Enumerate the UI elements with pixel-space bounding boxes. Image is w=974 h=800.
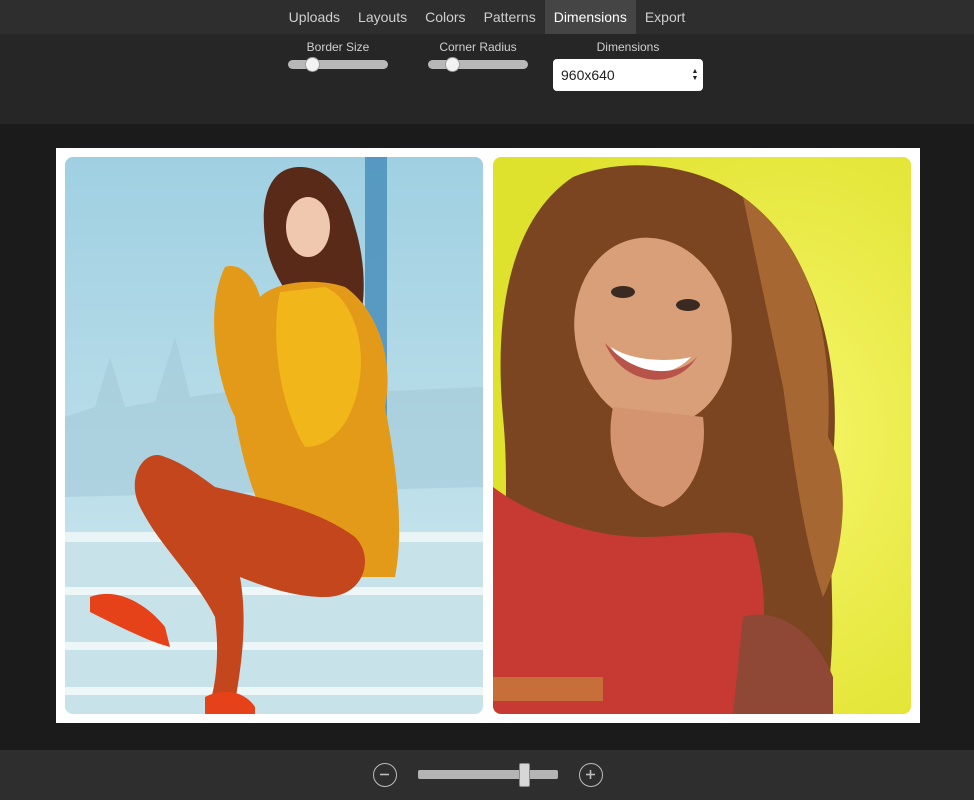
border-size-slider-handle[interactable] [305,57,320,72]
border-size-label: Border Size [306,40,370,54]
up-down-arrows-icon: ▲ ▼ [691,68,699,82]
zoom-in-button[interactable] [579,763,603,787]
minus-circle-icon [380,773,389,776]
dimensions-select[interactable]: 960x640 ▲ ▼ [553,59,703,91]
tab-patterns[interactable]: Patterns [475,0,545,34]
tab-colors[interactable]: Colors [416,0,474,34]
photo-woman-on-steps [65,157,483,714]
corner-radius-slider-handle[interactable] [445,57,460,72]
tab-layouts[interactable]: Layouts [349,0,416,34]
canvas-area [0,124,974,750]
tab-export[interactable]: Export [636,0,694,34]
photo-smiling-woman [493,157,911,714]
zoom-slider-handle[interactable] [518,763,530,787]
border-size-slider-track[interactable] [288,60,388,69]
dimensions-label: Dimensions [596,40,660,54]
collage-preview [56,148,920,723]
top-tab-bar: Uploads Layouts Colors Patterns Dimensio… [0,0,974,34]
zoom-slider-track[interactable] [418,770,558,779]
tab-uploads[interactable]: Uploads [280,0,349,34]
corner-radius-label: Corner Radius [439,40,517,54]
zoom-out-button[interactable] [373,763,397,787]
dimensions-select-value: 960x640 [561,67,615,83]
corner-radius-slider-track[interactable] [428,60,528,69]
collage-photo-left[interactable] [65,157,483,714]
zoom-bar [0,750,974,800]
controls-panel: Border Size Corner Radius Dimensions 960… [0,34,974,124]
collage-photo-right[interactable] [493,157,911,714]
plus-circle-icon [586,770,595,779]
tab-dimensions[interactable]: Dimensions [544,0,636,34]
